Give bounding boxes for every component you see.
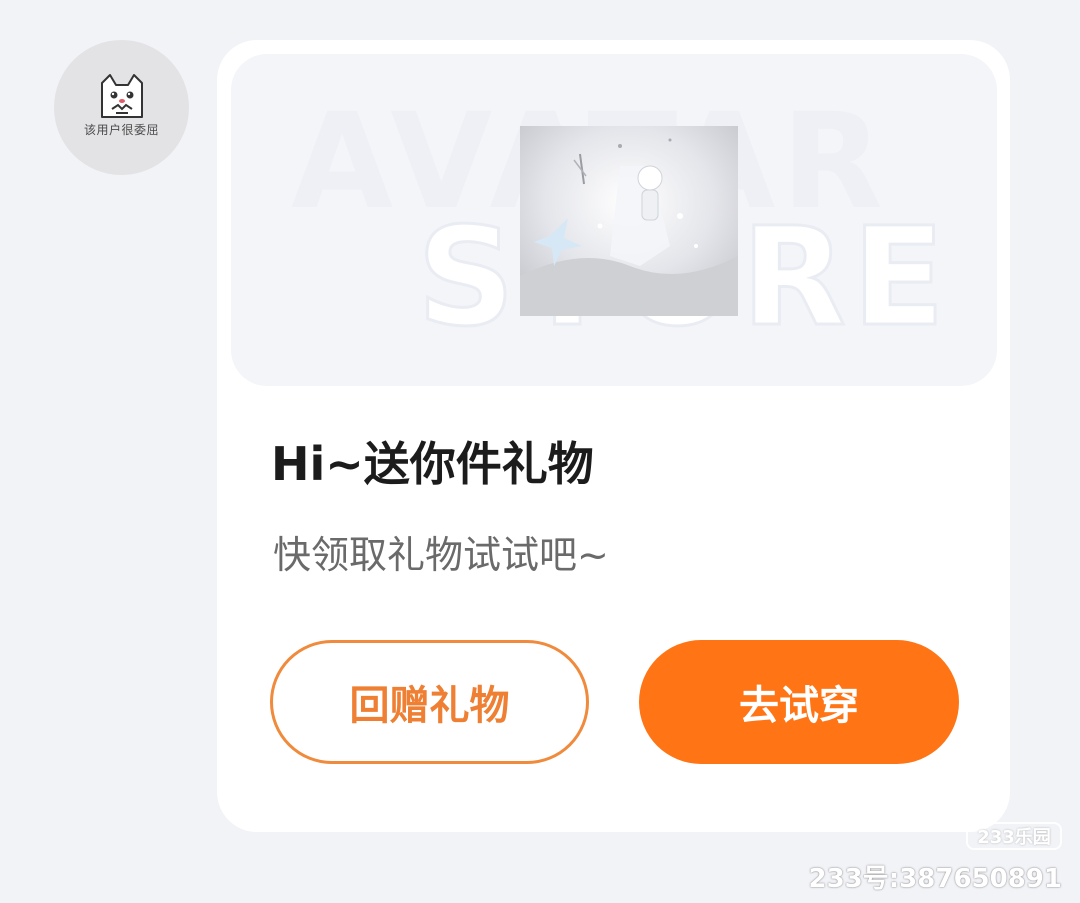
avatar[interactable]: 该用户很委屈	[54, 40, 189, 175]
try-on-button[interactable]: 去试穿	[639, 640, 959, 764]
return-gift-button[interactable]: 回赠礼物	[270, 640, 589, 764]
gift-outfit-thumbnail[interactable]	[520, 126, 738, 316]
card-subtitle: 快领取礼物试试吧~	[273, 533, 609, 577]
avatar-caption: 该用户很委屈	[83, 123, 159, 137]
gift-card: AVATAR STORE	[217, 40, 1010, 832]
watermark-badge: 233乐园	[966, 822, 1062, 850]
watermark-id: 233号:387650891	[808, 864, 1063, 894]
page: 该用户很委屈 AVATAR STORE	[0, 0, 1080, 903]
card-title: Hi~送你件礼物	[271, 437, 594, 491]
sad-cat-icon	[100, 74, 143, 118]
avatar-store-banner: AVATAR STORE	[231, 54, 997, 386]
